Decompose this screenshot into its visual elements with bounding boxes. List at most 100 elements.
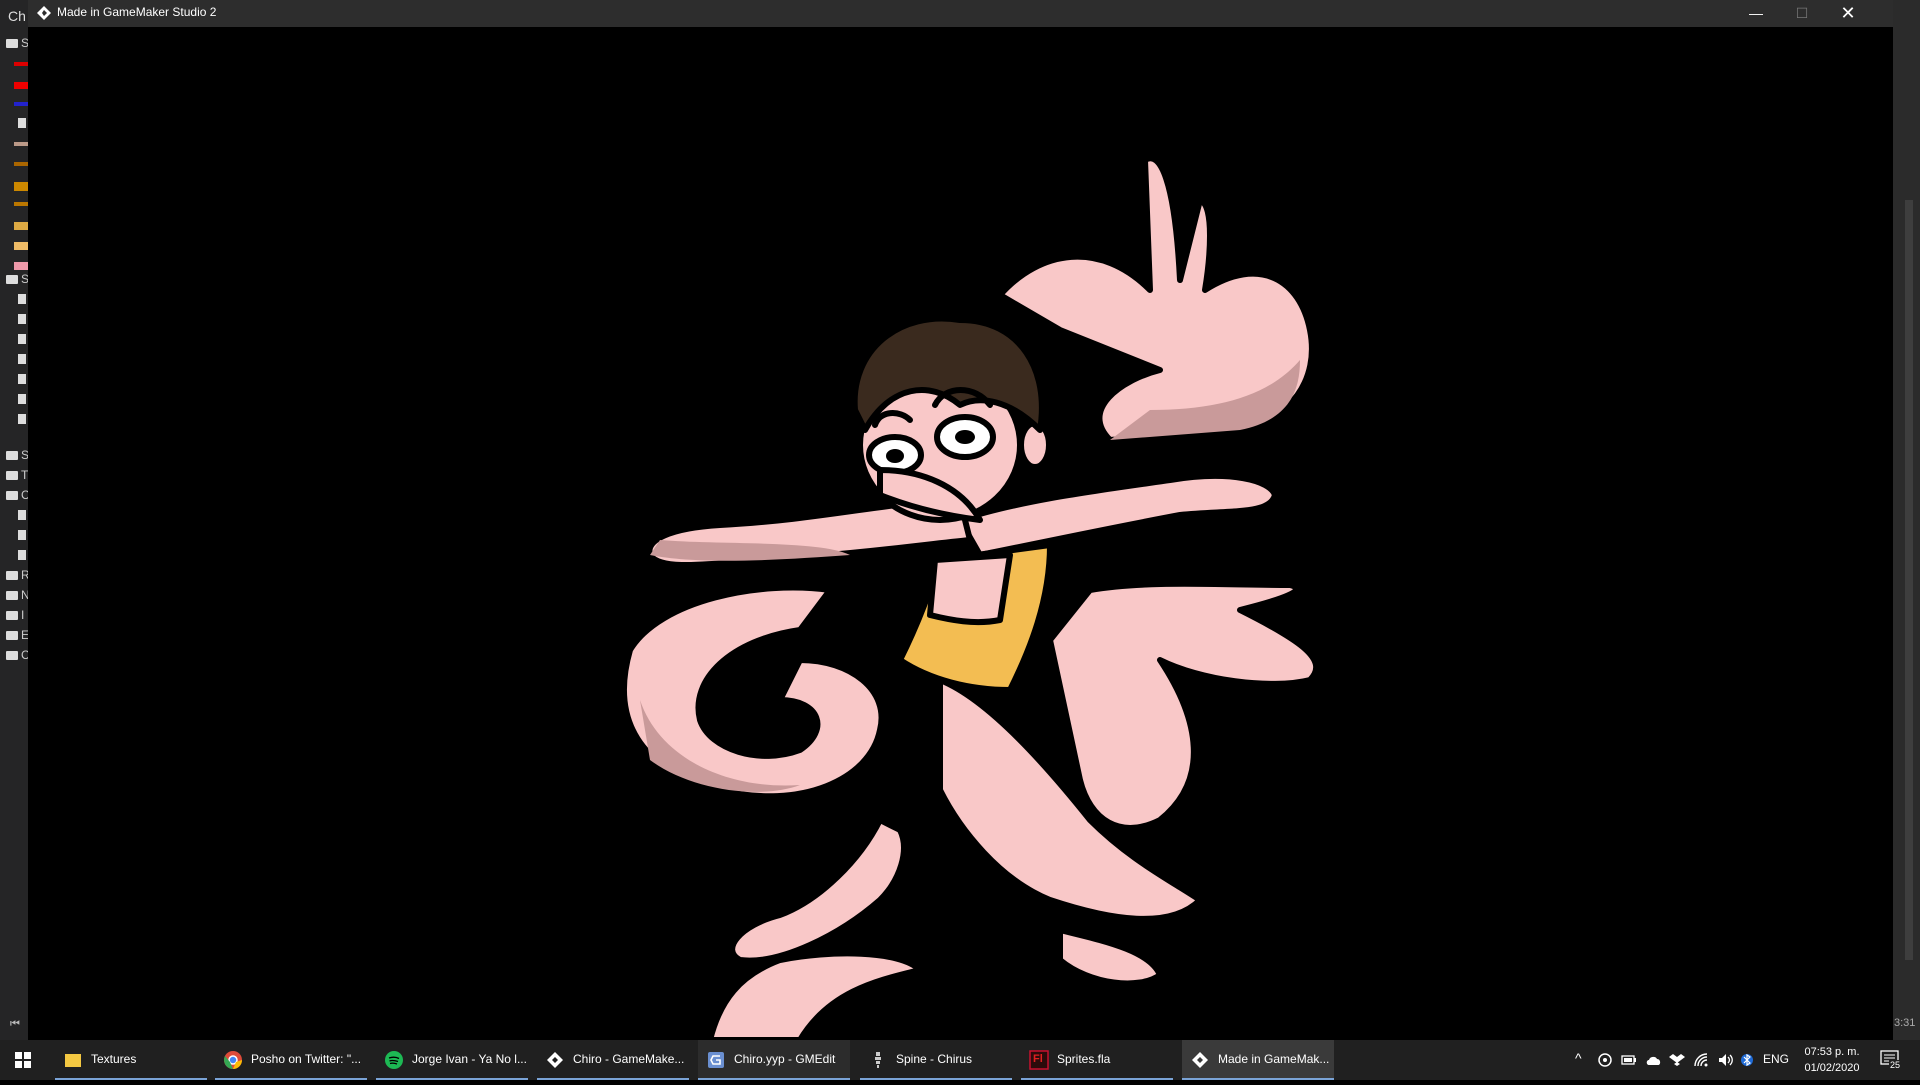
taskbar-item-game-window[interactable]: Made in GameMak... [1182,1040,1334,1080]
taskbar-item-label: Chiro - GameMake... [573,1052,685,1066]
folder-icon [6,451,18,460]
file-icon [18,550,26,560]
security-icon[interactable] [1597,1052,1613,1068]
taskbar-item-label: Jorge Ivan - Ya No l... [412,1052,527,1066]
start-button[interactable] [0,1040,46,1080]
tree-item-row[interactable] [4,332,28,348]
tree-item-row[interactable] [4,372,28,388]
taskbar-item-spotify[interactable]: Jorge Ivan - Ya No l... [376,1040,528,1080]
chrome-icon [224,1051,242,1069]
file-icon [18,530,26,540]
tree-item-row[interactable] [4,56,28,72]
tree-folder-row[interactable]: T [4,468,28,484]
bluetooth-icon[interactable] [1741,1051,1753,1069]
taskbar-item-gamemaker-ide[interactable]: Chiro - GameMake... [537,1040,689,1080]
game-canvas[interactable] [28,27,1893,1040]
tree-folder-row[interactable]: I [4,608,28,624]
clock-time: 07:53 p. m. [1804,1046,1860,1058]
folder-icon [6,591,18,600]
clock-date: 01/02/2020 [1804,1062,1860,1074]
notifications-button[interactable]: 25 [1880,1050,1904,1072]
tree-folder-row[interactable]: N [4,588,30,604]
background-ide-scrollbar[interactable]: 3:31 [1893,0,1920,1040]
gmedit-icon [708,1052,724,1068]
file-icon [18,314,26,324]
sprite-swatch-icon [14,142,28,146]
sprite-swatch-icon [14,242,28,250]
file-icon [18,510,26,520]
tree-letter: I [21,608,25,622]
window-titlebar[interactable]: Made in GameMaker Studio 2 — ☐ ✕ [28,0,1893,27]
tree-item-row[interactable] [4,76,28,92]
tree-folder-row[interactable]: R [4,568,30,584]
taskbar-item-gmedit[interactable]: Chiro.yyp - GMEdit [698,1040,850,1080]
taskbar-item-label: Sprites.fla [1057,1052,1111,1066]
window-title: Made in GameMaker Studio 2 [57,5,217,19]
sprite-swatch-icon [14,82,28,89]
system-tray: ^ ENG [1570,1040,1920,1080]
battery-icon[interactable] [1621,1053,1637,1067]
folder-icon [6,611,18,620]
wifi-icon[interactable] [1693,1052,1709,1068]
taskbar-item-label: Textures [91,1052,137,1066]
background-ide-panel: Ch S S S T C R N I E C ⏮ [0,0,30,1040]
tree-item-row[interactable] [4,256,28,272]
taskbar-item-spine[interactable]: Spine - Chirus [860,1040,1012,1080]
volume-icon[interactable] [1717,1052,1735,1068]
taskbar-item-label: Made in GameMak... [1218,1052,1330,1066]
tree-folder-row[interactable]: C [4,648,30,664]
tree-item-row[interactable] [4,116,28,132]
dropbox-icon[interactable] [1669,1052,1685,1068]
scrollbar-thumb[interactable] [1905,200,1913,960]
tree-item-row[interactable] [4,196,28,212]
folder-icon [6,275,18,284]
folder-icon [6,631,18,640]
tree-item-row[interactable] [4,352,28,368]
flash-icon-text: Fl [1033,1053,1043,1065]
tree-item-row[interactable] [4,312,28,328]
folder-icon [6,491,18,500]
folder-icon [65,1054,81,1067]
tree-item-row[interactable] [4,548,28,564]
close-button[interactable]: ✕ [1825,0,1871,27]
tree-folder-row[interactable]: S [4,272,29,288]
tree-item-row[interactable] [4,176,28,192]
minimize-button[interactable]: — [1733,0,1779,27]
language-indicator[interactable]: ENG [1763,1052,1789,1066]
character-chest [927,552,1013,626]
tree-item-row[interactable] [4,412,28,428]
onedrive-cloud-icon[interactable] [1645,1053,1663,1067]
tree-folder-row[interactable]: S [4,36,29,52]
sprite-swatch-icon [14,162,28,166]
tree-item-row[interactable] [4,392,28,408]
tree-item-row[interactable] [4,156,28,172]
tree-item-row[interactable] [4,508,28,524]
tree-folder-row[interactable]: S [4,448,29,464]
maximize-button[interactable]: ☐ [1779,0,1825,27]
file-icon [18,354,26,364]
rewind-icon[interactable]: ⏮ [10,1018,20,1031]
folder-icon [6,651,18,660]
show-hidden-icons-button[interactable]: ^ [1575,1050,1582,1066]
tree-item-row[interactable] [4,216,28,232]
spotify-icon [385,1051,403,1069]
tree-folder-row[interactable]: E [4,628,29,644]
tree-folder-row[interactable]: C [4,488,30,504]
sprite-swatch-icon [14,262,28,270]
game-window[interactable]: Made in GameMaker Studio 2 — ☐ ✕ [28,0,1893,1040]
file-icon [18,394,26,404]
tree-item-row[interactable] [4,528,28,544]
file-icon [18,334,26,344]
taskbar-item-chrome[interactable]: Posho on Twitter: "... [215,1040,367,1080]
taskbar-item-label: Posho on Twitter: "... [251,1052,362,1066]
taskbar-item-label: Spine - Chirus [896,1052,973,1066]
tree-item-row[interactable] [4,96,28,112]
taskbar-item-textures[interactable]: Textures [55,1040,207,1080]
taskbar-item-sprites-fla[interactable]: Fl Sprites.fla [1021,1040,1173,1080]
sprite-swatch-icon [14,62,28,66]
game-character-sprite [621,155,1319,1040]
clock[interactable]: 07:53 p. m. 01/02/2020 [1800,1044,1864,1076]
tree-item-row[interactable] [4,136,28,152]
tree-item-row[interactable] [4,292,28,308]
tree-item-row[interactable] [4,236,28,252]
